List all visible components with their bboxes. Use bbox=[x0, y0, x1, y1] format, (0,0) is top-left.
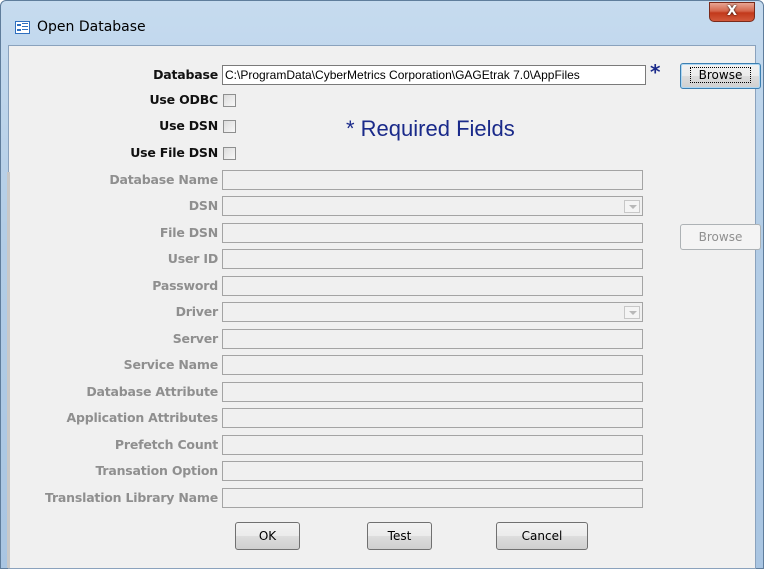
prefetch-count-label: Prefetch Count bbox=[114, 437, 218, 452]
ok-button[interactable]: OK bbox=[235, 522, 300, 550]
user-id-label: User ID bbox=[167, 251, 218, 266]
translation-library-name-input[interactable] bbox=[222, 488, 643, 508]
translation-library-name-label: Translation Library Name bbox=[45, 490, 218, 505]
database-name-label: Database Name bbox=[109, 172, 218, 187]
browse-database-label: Browse bbox=[689, 67, 752, 83]
use-odbc-label: Use ODBC bbox=[149, 92, 218, 107]
use-file-dsn-label: Use File DSN bbox=[130, 145, 218, 160]
close-button[interactable]: X bbox=[709, 2, 755, 22]
use-odbc-checkbox[interactable] bbox=[223, 94, 236, 107]
database-label: Database bbox=[153, 67, 218, 82]
service-name-label: Service Name bbox=[123, 357, 219, 372]
required-fields-note: * Required Fields bbox=[346, 116, 515, 141]
server-label: Server bbox=[172, 331, 218, 346]
prefetch-count-input[interactable] bbox=[222, 435, 643, 455]
browse-database-button[interactable]: Browse bbox=[680, 63, 761, 89]
use-file-dsn-checkbox[interactable] bbox=[223, 147, 236, 160]
database-attribute-label: Database Attribute bbox=[86, 384, 218, 399]
password-label: Password bbox=[152, 278, 218, 293]
file-dsn-input[interactable] bbox=[222, 223, 643, 243]
dsn-label: DSN bbox=[188, 198, 218, 213]
driver-dropdown[interactable] bbox=[222, 302, 643, 322]
browse-file-dsn-button[interactable]: Browse bbox=[680, 224, 761, 250]
chevron-down-icon[interactable] bbox=[624, 200, 640, 213]
database-attribute-input[interactable] bbox=[222, 382, 643, 402]
password-input[interactable] bbox=[222, 276, 643, 296]
window-title: Open Database bbox=[37, 19, 146, 35]
close-icon: X bbox=[726, 4, 738, 19]
form-window-icon bbox=[15, 21, 30, 34]
required-marker: * bbox=[650, 60, 661, 84]
use-dsn-label: Use DSN bbox=[159, 118, 218, 133]
title-bar[interactable]: Open Database X bbox=[1, 1, 763, 45]
user-id-input[interactable] bbox=[222, 249, 643, 269]
transation-option-input[interactable] bbox=[222, 461, 643, 481]
service-name-input[interactable] bbox=[222, 355, 643, 375]
server-input[interactable] bbox=[222, 329, 643, 349]
chevron-down-icon[interactable] bbox=[624, 306, 640, 319]
test-button[interactable]: Test bbox=[367, 522, 432, 550]
file-dsn-label: File DSN bbox=[159, 225, 218, 240]
driver-label: Driver bbox=[175, 304, 219, 319]
dsn-dropdown[interactable] bbox=[222, 196, 643, 216]
database-name-input[interactable] bbox=[222, 170, 643, 190]
cancel-button[interactable]: Cancel bbox=[496, 522, 588, 550]
use-dsn-checkbox[interactable] bbox=[223, 120, 236, 133]
application-attributes-input[interactable] bbox=[222, 408, 643, 428]
database-path-input[interactable]: C:\ProgramData\CyberMetrics Corporation\… bbox=[222, 65, 646, 85]
application-attributes-label: Application Attributes bbox=[66, 410, 219, 425]
transation-option-label: Transation Option bbox=[95, 463, 218, 478]
